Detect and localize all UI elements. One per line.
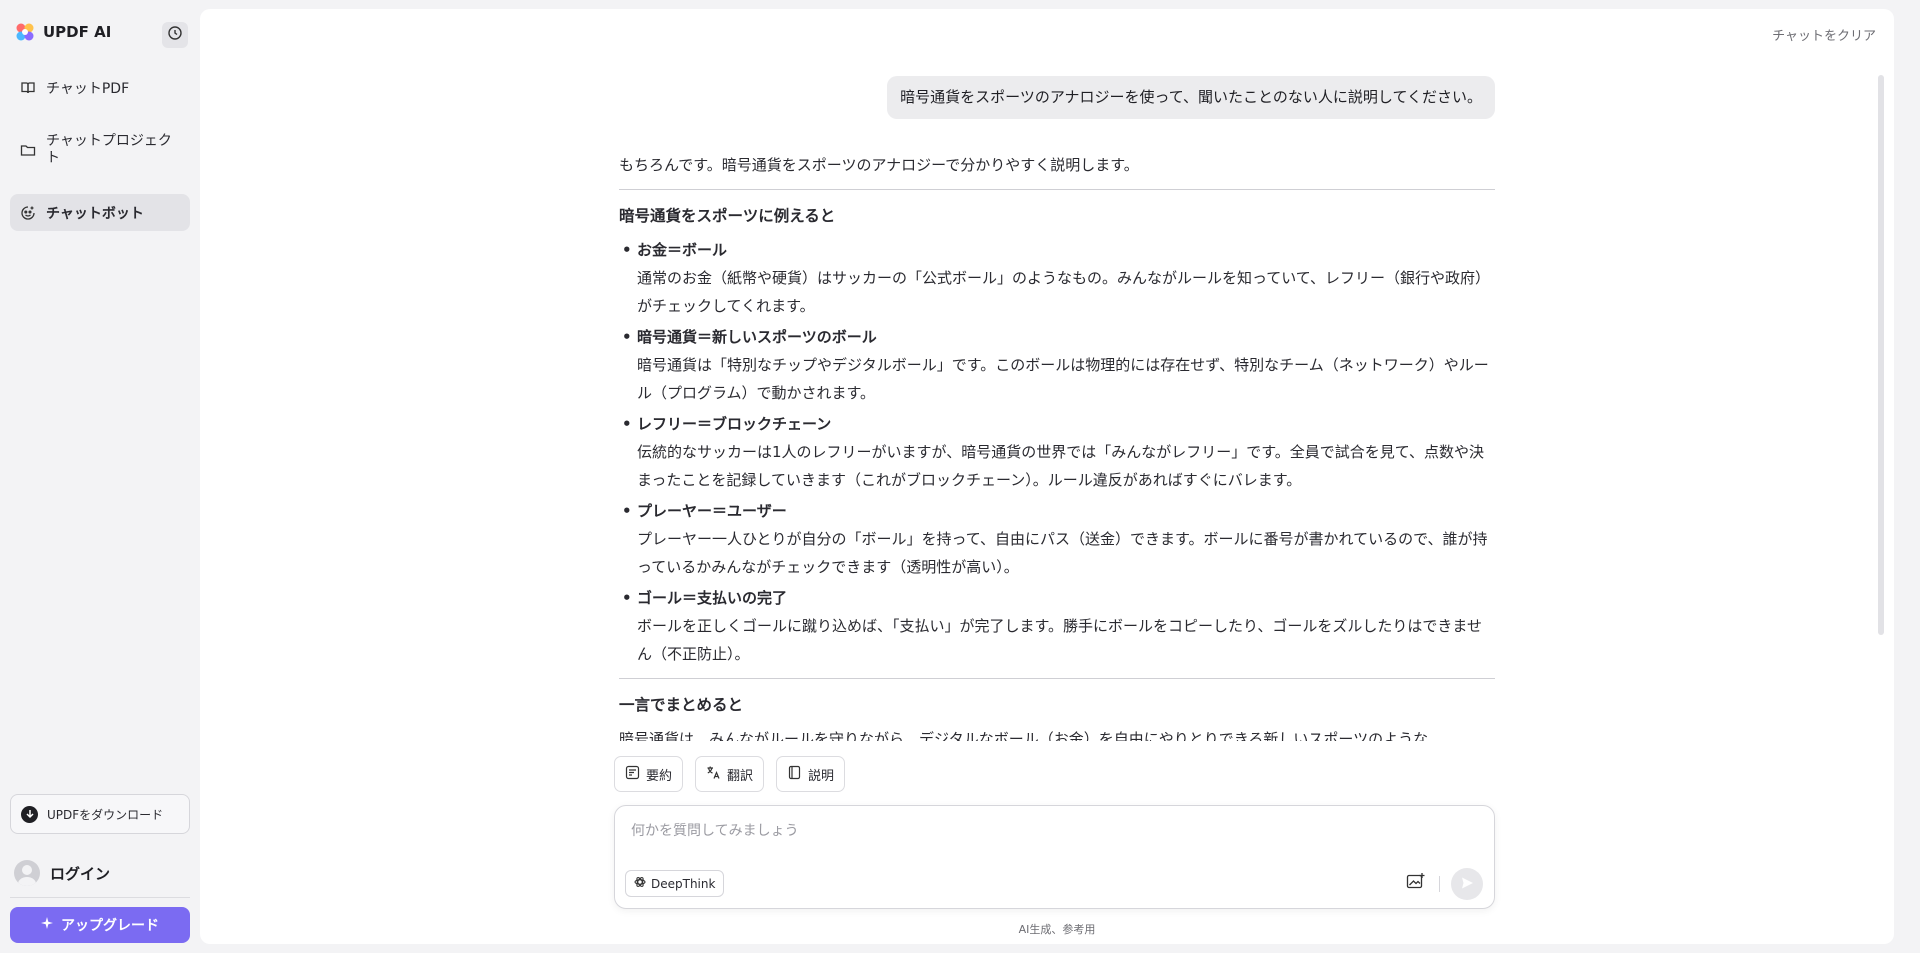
folder-icon [20, 142, 36, 158]
list-item: お金＝ボール 通常のお金（紙幣や硬貨）はサッカーの「公式ボール」のようなもの。み… [619, 236, 1495, 320]
sidebar-item-chat-project[interactable]: チャットプロジェクト [10, 130, 190, 170]
sidebar-item-chat-pdf[interactable]: チャットPDF [10, 74, 190, 102]
chip-label: 説明 [808, 768, 835, 784]
download-icon [21, 805, 38, 823]
list-item-title: プレーヤー＝ユーザー [637, 502, 787, 520]
divider [619, 189, 1495, 190]
assistant-answer: もちろんです。暗号通貨をスポーツのアナロジーで分かりやすく説明します。 暗号通貨… [619, 151, 1495, 741]
composer: DeepThink [614, 805, 1495, 909]
composer-divider [1439, 876, 1440, 892]
sidebar-item-label: チャットPDF [46, 81, 130, 97]
brand[interactable]: UPDF AI [15, 22, 111, 42]
chip-label: 翻訳 [727, 768, 754, 784]
send-button[interactable] [1451, 868, 1483, 900]
book-icon [20, 80, 36, 96]
list-item-body: 通常のお金（紙幣や硬貨）はサッカーの「公式ボール」のようなもの。みんながルールを… [637, 269, 1491, 315]
list-item-body: ボールを正しくゴールに蹴り込めば、「支払い」が完了します。勝手にボールをコピーし… [637, 617, 1482, 663]
sidebar-item-label: チャットボット [46, 205, 144, 222]
deepthink-icon [634, 876, 646, 891]
explain-icon [787, 765, 802, 784]
upgrade-button[interactable]: アップグレード [10, 907, 190, 943]
list-item-body: 暗号通貨は「特別なチップやデジタルボール」です。このボールは物理的には存在せず、… [637, 356, 1489, 402]
explain-button[interactable]: 説明 [776, 756, 846, 792]
brand-name: UPDF AI [43, 23, 112, 41]
analogy-list: お金＝ボール 通常のお金（紙幣や硬貨）はサッカーの「公式ボール」のようなもの。み… [619, 236, 1495, 668]
chip-label: 要約 [646, 768, 673, 784]
answer-section-title: 一言でまとめると [619, 696, 744, 714]
login-button[interactable]: ログイン [14, 860, 110, 886]
download-updf-button[interactable]: UPDFをダウンロード [10, 794, 190, 834]
user-message: 暗号通貨をスポーツのアナロジーを使って、聞いたことのない人に説明してください。 [887, 76, 1495, 119]
history-icon [167, 25, 183, 45]
summarize-button[interactable]: 要約 [614, 756, 684, 792]
sidebar-item-chatbot[interactable]: チャットボット [10, 194, 190, 231]
ai-disclaimer: AI生成、参考用 [1018, 923, 1096, 936]
upgrade-label: アップグレード [61, 918, 159, 934]
quick-actions: 要約 翻訳 説明 [614, 756, 846, 792]
list-item: プレーヤー＝ユーザー プレーヤー一人ひとりが自分の「ボール」を持って、自由にパス… [619, 497, 1495, 581]
login-label: ログイン [50, 864, 111, 883]
sidebar: UPDF AI チャットPDF チャットプロジェクト チャットボット UPDFを… [0, 0, 200, 953]
list-item-title: 暗号通貨＝新しいスポーツのボール [637, 328, 877, 346]
list-item-title: レフリー＝ブロックチェーン [637, 415, 832, 433]
list-item-title: ゴール＝支払いの完了 [637, 589, 788, 607]
scrollbar[interactable] [1878, 75, 1884, 635]
answer-intro: もちろんです。暗号通貨をスポーツのアナロジーで分かりやすく説明します。 [619, 156, 1139, 174]
avatar [14, 860, 40, 886]
upload-image-button[interactable] [1403, 870, 1429, 896]
list-item-body: 伝統的なサッカーは1人のレフリーがいますが、暗号通貨の世界では「みんながレフリー… [637, 443, 1484, 489]
deepthink-label: DeepThink [651, 876, 716, 891]
download-label: UPDFをダウンロード [47, 807, 164, 822]
list-item-title: お金＝ボール [637, 241, 728, 259]
sidebar-item-label: チャットプロジェクト [46, 133, 172, 166]
history-button[interactable] [162, 22, 188, 48]
clear-chat-button[interactable]: チャットをクリア [1772, 25, 1876, 44]
divider [619, 678, 1495, 679]
translate-button[interactable]: 翻訳 [695, 756, 765, 792]
send-icon [1460, 875, 1474, 894]
bot-icon [20, 205, 36, 221]
chat-panel: チャットをクリア 暗号通貨をスポーツのアナロジーを使って、聞いたことのない人に説… [200, 9, 1894, 944]
question-input[interactable] [631, 818, 1431, 844]
answer-summary: 暗号通貨は、みんながルールを守りながら、デジタルなボール（お金）を自由にやりとり… [619, 730, 1429, 741]
sidebar-divider [10, 897, 190, 898]
summary-icon [625, 765, 640, 784]
deepthink-toggle[interactable]: DeepThink [625, 870, 725, 897]
sparkle-icon [41, 917, 53, 933]
answer-section-title: 暗号通貨をスポーツに例えると [619, 207, 836, 225]
list-item: 暗号通貨＝新しいスポーツのボール 暗号通貨は「特別なチップやデジタルボール」です… [619, 323, 1495, 407]
updf-logo-icon [15, 22, 35, 42]
list-item: ゴール＝支払いの完了 ボールを正しくゴールに蹴り込めば、「支払い」が完了します。… [619, 584, 1495, 668]
image-upload-icon [1406, 872, 1426, 894]
list-item-body: プレーヤー一人ひとりが自分の「ボール」を持って、自由にパス（送金）できます。ボー… [637, 530, 1488, 576]
translate-icon [706, 765, 721, 784]
list-item: レフリー＝ブロックチェーン 伝統的なサッカーは1人のレフリーがいますが、暗号通貨… [619, 410, 1495, 494]
